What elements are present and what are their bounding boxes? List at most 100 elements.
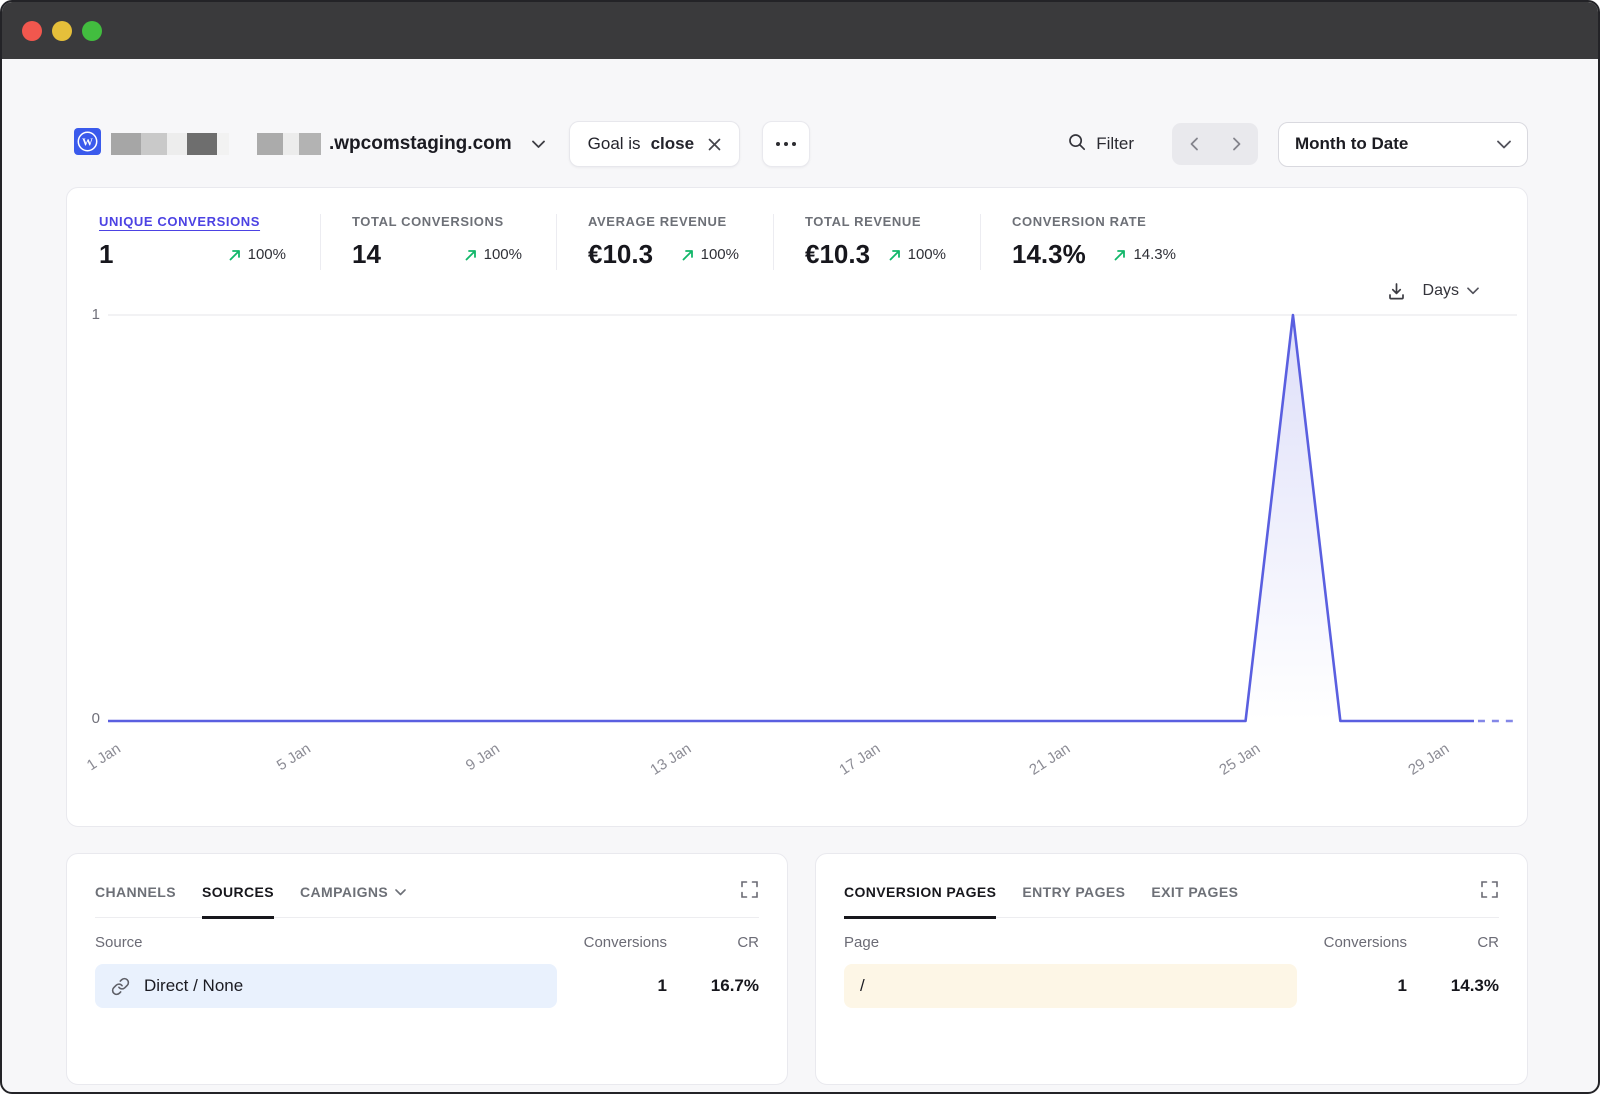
sources-tabs: CHANNELS SOURCES CAMPAIGNS xyxy=(95,878,759,918)
chart-controls: Days xyxy=(67,270,1527,312)
goal-filter-chip[interactable]: Goal is close xyxy=(569,121,740,167)
redacted-site-name-2 xyxy=(257,133,321,155)
goal-chip-prefix: Goal is xyxy=(588,134,641,154)
metric-total-revenue[interactable]: TOTAL REVENUE €10.3 100% xyxy=(773,214,980,270)
metric-change: 100% xyxy=(888,246,946,263)
source-label: Direct / None xyxy=(144,976,243,996)
site-selector[interactable]: W .wpcomstaging.com xyxy=(66,128,545,160)
wordpress-logo-icon: W xyxy=(74,128,101,160)
sources-panel: CHANNELS SOURCES CAMPAIGNS Source Conver… xyxy=(66,853,788,1085)
page-content: W .wpcomstaging.com Goal is close xyxy=(2,121,1598,1085)
metric-label: CONVERSION RATE xyxy=(1012,214,1176,229)
zoom-window-button[interactable] xyxy=(82,21,102,41)
pages-tabs: CONVERSION PAGES ENTRY PAGES EXIT PAGES xyxy=(844,878,1499,918)
metric-value: 14.3% xyxy=(1012,239,1086,270)
table-row[interactable]: / 1 14.3% xyxy=(844,964,1499,1008)
column-page: Page xyxy=(844,934,1297,951)
conversions-chart-svg xyxy=(108,312,1517,724)
pages-table-header: Page Conversions CR xyxy=(844,934,1499,951)
table-row[interactable]: Direct / None 1 16.7% xyxy=(95,964,759,1008)
metric-value: 14 xyxy=(352,239,381,270)
conversions-chart[interactable]: 1 0 1 Jan5 Jan9 Jan13 Jan17 Jan21 Jan25 … xyxy=(67,312,1527,792)
expand-icon[interactable] xyxy=(740,878,759,899)
more-options-button[interactable] xyxy=(762,121,810,167)
metric-value: €10.3 xyxy=(588,239,653,270)
date-pager xyxy=(1172,123,1258,165)
close-window-button[interactable] xyxy=(22,21,42,41)
x-axis-label: 17 Jan xyxy=(837,740,884,779)
link-icon xyxy=(111,977,130,996)
tab-channels[interactable]: CHANNELS xyxy=(95,878,176,919)
bottom-panels: CHANNELS SOURCES CAMPAIGNS Source Conver… xyxy=(66,853,1528,1085)
chart-interval-select[interactable]: Days xyxy=(1423,282,1479,300)
trend-up-icon xyxy=(1113,248,1127,262)
tab-campaigns[interactable]: CAMPAIGNS xyxy=(300,878,406,919)
conversions-value: 1 xyxy=(1297,976,1407,996)
metric-conversion-rate[interactable]: CONVERSION RATE 14.3% 14.3% xyxy=(980,214,1210,270)
x-axis-label: 25 Jan xyxy=(1216,740,1263,779)
overview-card: UNIQUE CONVERSIONS 1 100% TOTAL CONVERSI… xyxy=(66,187,1528,827)
column-conversions: Conversions xyxy=(1297,934,1407,951)
app-window: W .wpcomstaging.com Goal is close xyxy=(0,0,1600,1094)
metric-label: TOTAL REVENUE xyxy=(805,214,946,229)
tab-conversion-pages[interactable]: CONVERSION PAGES xyxy=(844,878,996,919)
pages-panel: CONVERSION PAGES ENTRY PAGES EXIT PAGES … xyxy=(815,853,1528,1085)
metric-total-conversions[interactable]: TOTAL CONVERSIONS 14 100% xyxy=(320,214,556,270)
window-titlebar xyxy=(2,2,1598,59)
metric-change: 100% xyxy=(681,246,739,263)
metric-average-revenue[interactable]: AVERAGE REVENUE €10.3 100% xyxy=(556,214,773,270)
column-conversions: Conversions xyxy=(557,934,667,951)
filter-button[interactable]: Filter xyxy=(1067,132,1134,157)
date-range-select[interactable]: Month to Date xyxy=(1278,122,1528,167)
y-axis-label: 0 xyxy=(67,710,100,727)
chevron-down-icon xyxy=(1497,140,1511,149)
chart-plot-area[interactable] xyxy=(108,312,1517,724)
cr-value: 16.7% xyxy=(667,976,759,996)
y-axis-label: 1 xyxy=(67,306,100,323)
minimize-window-button[interactable] xyxy=(52,21,72,41)
metric-value: 1 xyxy=(99,239,113,270)
column-cr: CR xyxy=(667,934,759,951)
next-period-button[interactable] xyxy=(1215,123,1258,165)
page-cell[interactable]: / xyxy=(844,964,1297,1008)
metric-change: 14.3% xyxy=(1113,246,1176,263)
goal-chip-value: close xyxy=(651,134,694,154)
expand-icon[interactable] xyxy=(1480,878,1499,899)
remove-filter-icon[interactable] xyxy=(708,138,721,151)
metric-value: €10.3 xyxy=(805,239,870,270)
date-range-value: Month to Date xyxy=(1295,134,1408,154)
x-axis-label: 5 Jan xyxy=(273,740,313,774)
x-axis-label: 9 Jan xyxy=(463,740,503,774)
metric-label: AVERAGE REVENUE xyxy=(588,214,739,229)
metric-change: 100% xyxy=(464,246,522,263)
filter-button-label: Filter xyxy=(1096,134,1134,154)
conversions-value: 1 xyxy=(557,976,667,996)
download-icon[interactable] xyxy=(1386,281,1407,302)
trend-up-icon xyxy=(464,248,478,262)
trend-up-icon xyxy=(228,248,242,262)
tab-sources[interactable]: SOURCES xyxy=(202,878,274,919)
site-domain-label: .wpcomstaging.com xyxy=(329,133,512,155)
previous-period-button[interactable] xyxy=(1172,123,1215,165)
trend-up-icon xyxy=(888,248,902,262)
search-icon xyxy=(1067,132,1087,157)
chevron-down-icon xyxy=(1467,287,1479,295)
metric-unique-conversions[interactable]: UNIQUE CONVERSIONS 1 100% xyxy=(99,214,320,270)
trend-up-icon xyxy=(681,248,695,262)
toolbar: W .wpcomstaging.com Goal is close xyxy=(66,121,1528,167)
page-label: / xyxy=(860,976,865,996)
metrics-row: UNIQUE CONVERSIONS 1 100% TOTAL CONVERSI… xyxy=(67,214,1527,270)
svg-text:W: W xyxy=(82,137,93,149)
column-cr: CR xyxy=(1407,934,1499,951)
toolbar-right: Filter Month to Date xyxy=(1067,122,1528,167)
source-cell[interactable]: Direct / None xyxy=(95,964,557,1008)
sources-table-header: Source Conversions CR xyxy=(95,934,759,951)
metric-change: 100% xyxy=(228,246,286,263)
tab-exit-pages[interactable]: EXIT PAGES xyxy=(1151,878,1238,919)
x-axis-label: 21 Jan xyxy=(1026,740,1073,779)
cr-value: 14.3% xyxy=(1407,976,1499,996)
metric-label: TOTAL CONVERSIONS xyxy=(352,214,522,229)
tab-entry-pages[interactable]: ENTRY PAGES xyxy=(1022,878,1125,919)
chevron-down-icon xyxy=(532,140,545,149)
x-axis-label: 1 Jan xyxy=(84,740,124,774)
